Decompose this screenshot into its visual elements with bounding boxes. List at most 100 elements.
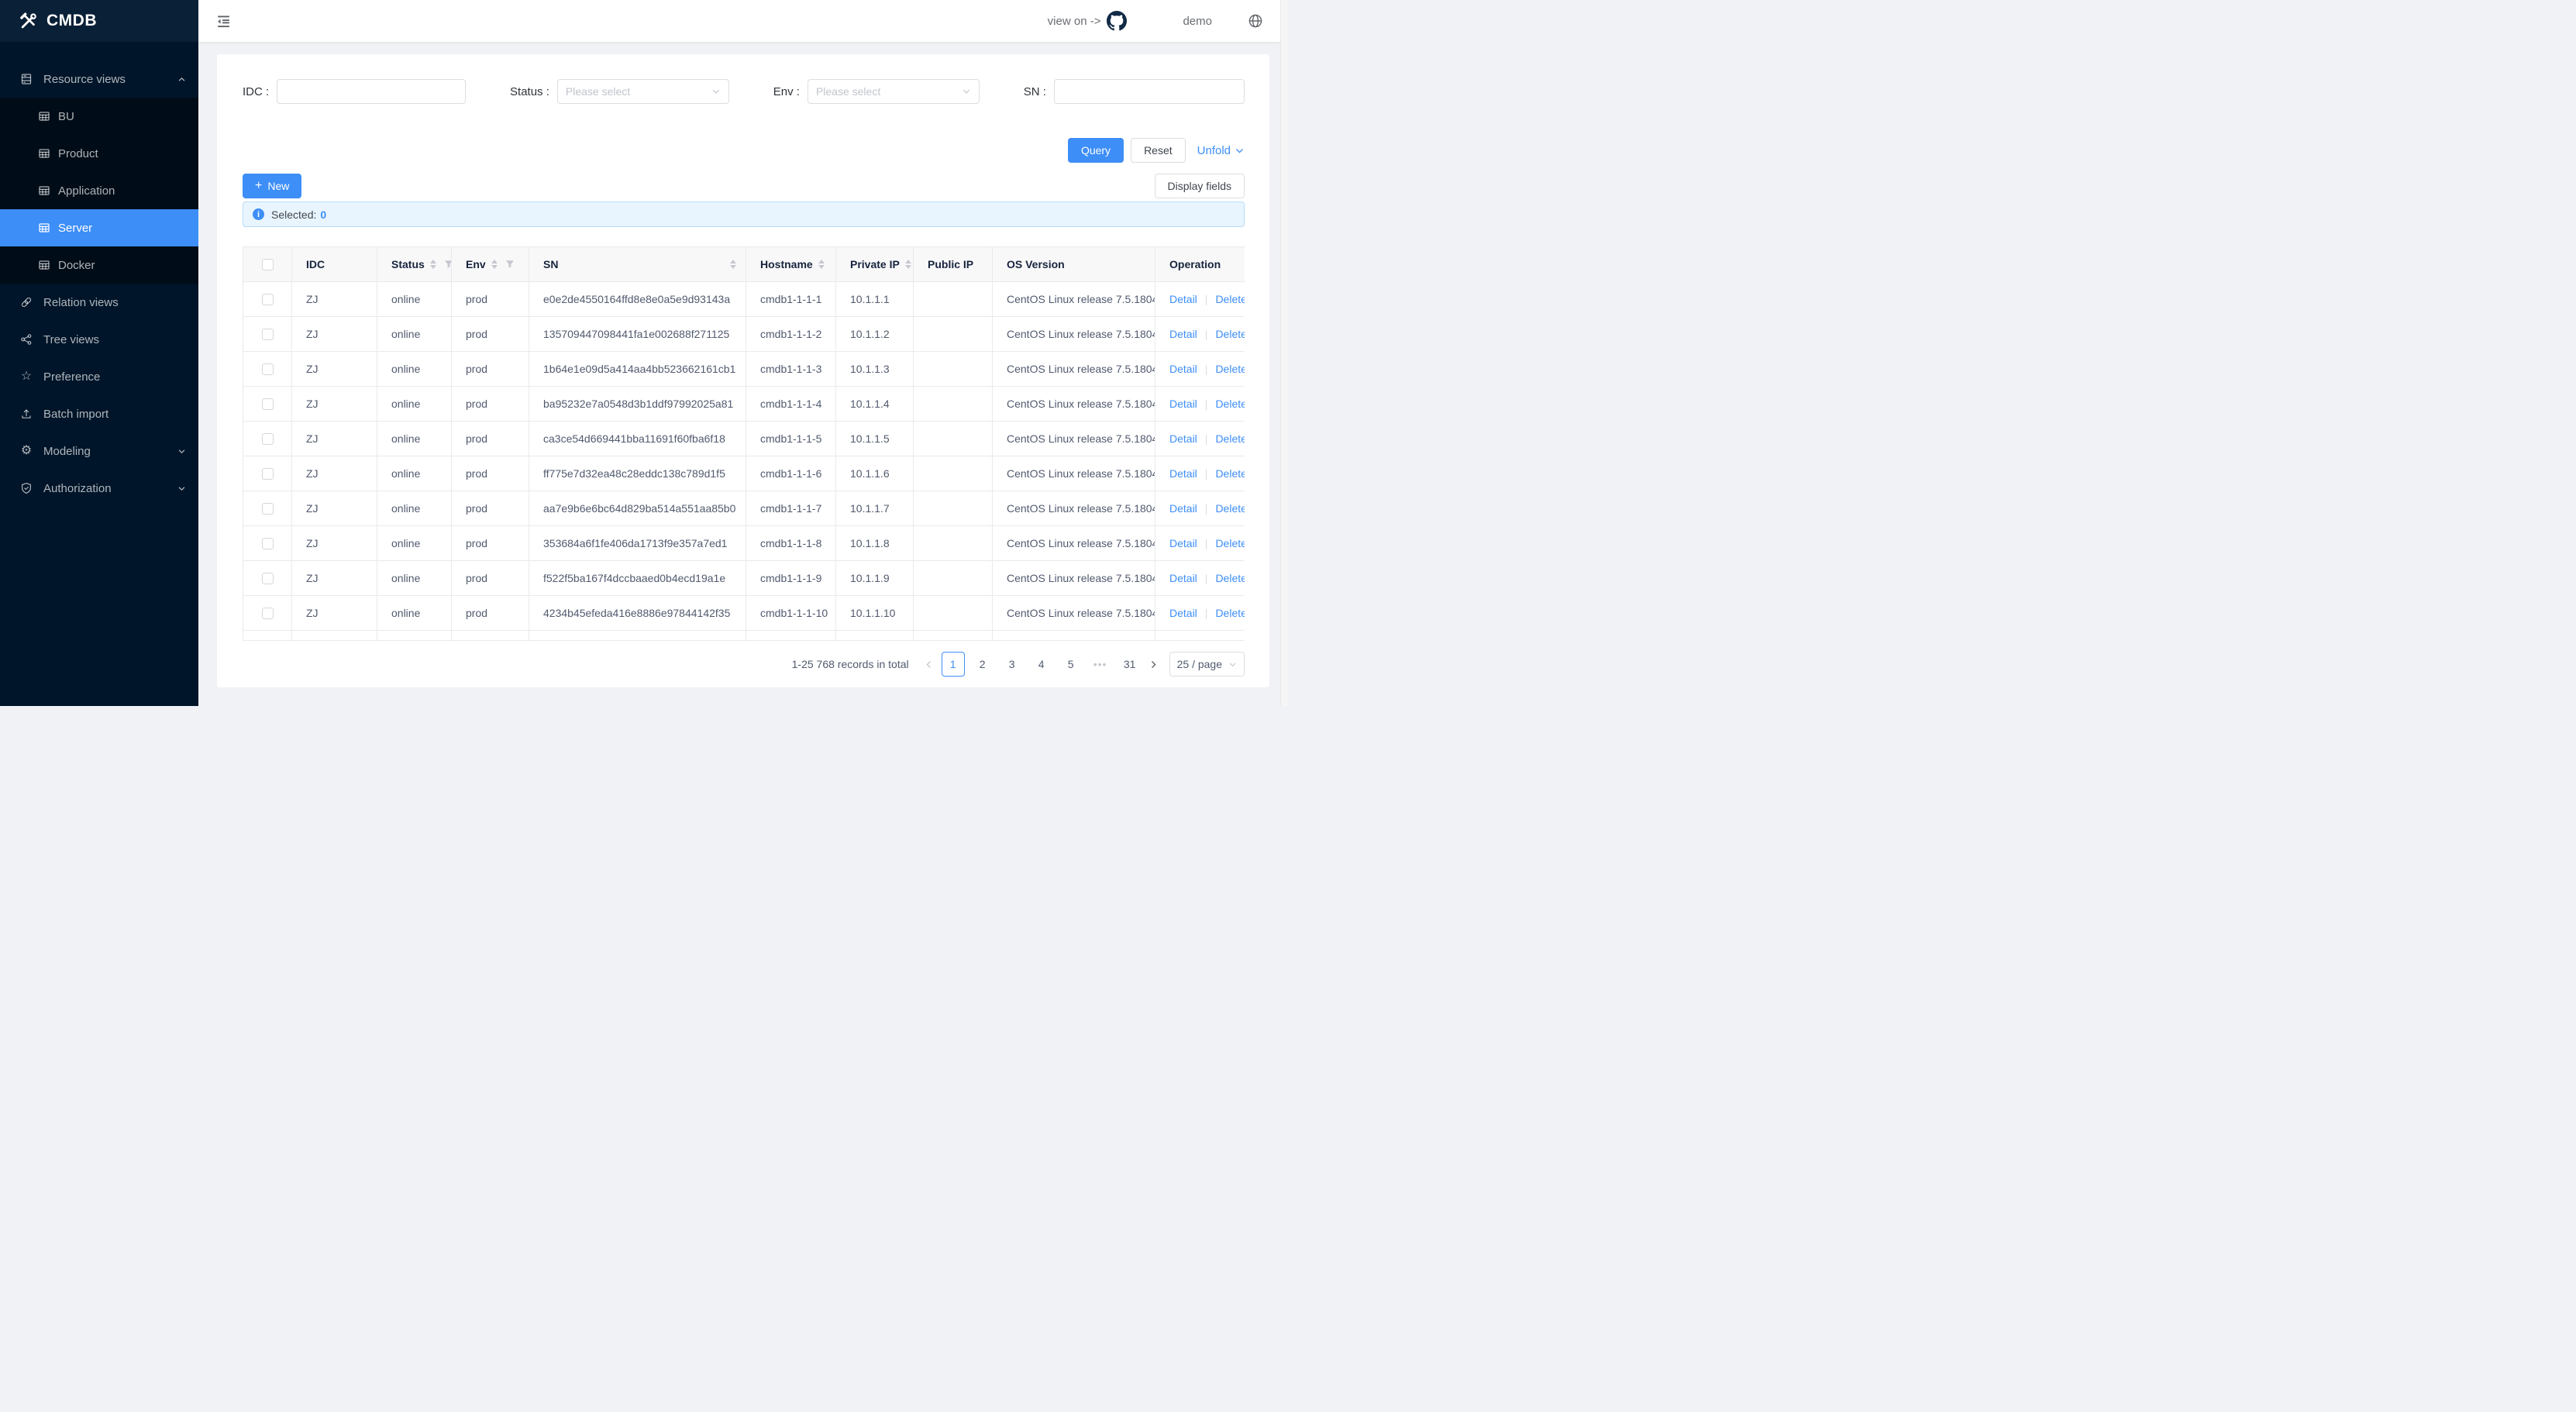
content-card: IDC : Status : Please select Env : Pleas… bbox=[217, 54, 1269, 687]
page-ellipsis[interactable]: ••• bbox=[1089, 652, 1112, 677]
app-logo[interactable]: CMDB bbox=[0, 0, 198, 42]
page-scrollbar[interactable] bbox=[1280, 0, 1288, 706]
column-header-hostname[interactable]: Hostname bbox=[746, 247, 836, 282]
column-header-env[interactable]: Env bbox=[452, 247, 529, 282]
table-icon bbox=[38, 184, 50, 197]
column-header-status[interactable]: Status bbox=[377, 247, 452, 282]
detail-link[interactable]: Detail bbox=[1169, 467, 1197, 480]
column-header-private-ip[interactable]: Private IP bbox=[836, 247, 914, 282]
row-checkbox[interactable] bbox=[262, 503, 274, 515]
sidebar-item-modeling[interactable]: ⚙Modeling bbox=[0, 432, 198, 470]
sidebar-item-product[interactable]: Product bbox=[0, 135, 198, 172]
cell-public_ip bbox=[914, 596, 993, 631]
delete-link[interactable]: Delete bbox=[1215, 432, 1245, 445]
cell-private_ip: 10.1.1.8 bbox=[836, 526, 914, 561]
row-checkbox[interactable] bbox=[262, 433, 274, 445]
page-number-3[interactable]: 3 bbox=[1000, 652, 1024, 677]
detail-link[interactable]: Detail bbox=[1169, 572, 1197, 584]
page-size-select[interactable]: 25 / page bbox=[1169, 652, 1245, 677]
cell-idc: ZJ bbox=[292, 491, 377, 526]
table-body: ZJonlineprode0e2de4550164ffd8e8e0a5e9d93… bbox=[243, 282, 1245, 642]
column-header-sn[interactable]: SN bbox=[529, 247, 746, 282]
filter-funnel-icon[interactable] bbox=[444, 260, 452, 269]
sidebar-item-application[interactable]: Application bbox=[0, 172, 198, 209]
detail-link[interactable]: Detail bbox=[1169, 398, 1197, 410]
sidebar-item-tree-views[interactable]: Tree views bbox=[0, 321, 198, 358]
row-checkbox[interactable] bbox=[262, 573, 274, 584]
delete-link[interactable]: Delete bbox=[1215, 537, 1245, 549]
page-number-2[interactable]: 2 bbox=[971, 652, 994, 677]
page-number-4[interactable]: 4 bbox=[1030, 652, 1053, 677]
sidebar-item-docker[interactable]: Docker bbox=[0, 246, 198, 284]
row-checkbox[interactable] bbox=[262, 294, 274, 305]
cell-sn: 1b64e1e09d5a414aa4bb523662161cb1 bbox=[529, 352, 746, 387]
delete-link[interactable]: Delete bbox=[1215, 293, 1245, 305]
query-button[interactable]: Query bbox=[1068, 138, 1124, 163]
status-select[interactable]: Please select bbox=[557, 79, 729, 104]
row-checkbox[interactable] bbox=[262, 363, 274, 375]
sidebar-item-relation-views[interactable]: Relation views bbox=[0, 284, 198, 321]
page-number-5[interactable]: 5 bbox=[1059, 652, 1083, 677]
cell-os_version: CentOS Linux release 7.5.1804 (Core) bbox=[993, 282, 1155, 317]
prev-page-icon[interactable] bbox=[920, 652, 938, 677]
delete-link[interactable]: Delete bbox=[1215, 328, 1245, 340]
filter-funnel-icon[interactable] bbox=[505, 260, 515, 269]
row-checkbox[interactable] bbox=[262, 538, 274, 549]
delete-link[interactable]: Delete bbox=[1215, 398, 1245, 410]
detail-link[interactable]: Detail bbox=[1169, 502, 1197, 515]
sidebar-item-authorization[interactable]: Authorization bbox=[0, 470, 198, 507]
row-checkbox[interactable] bbox=[262, 329, 274, 340]
detail-link[interactable]: Detail bbox=[1169, 607, 1197, 619]
sn-input[interactable] bbox=[1054, 79, 1245, 104]
github-icon[interactable] bbox=[1107, 11, 1127, 31]
detail-link[interactable]: Detail bbox=[1169, 537, 1197, 549]
unfold-label: Unfold bbox=[1197, 144, 1231, 157]
topbar-right: view on -> demo bbox=[1048, 11, 1263, 31]
row-checkbox[interactable] bbox=[262, 468, 274, 480]
next-page-icon[interactable] bbox=[1145, 652, 1163, 677]
detail-link[interactable]: Detail bbox=[1169, 363, 1197, 375]
cell-os_version: CentOS Linux release 7.5.1804 (Core) bbox=[993, 422, 1155, 456]
sort-carets-icon[interactable] bbox=[730, 260, 736, 269]
cell-sn: ff775e7d32ea48c28eddc138c789d1f5 bbox=[529, 456, 746, 491]
reset-button[interactable]: Reset bbox=[1131, 138, 1186, 163]
cell-os_version: CentOS Linux release 7.5.1804 (Core) bbox=[993, 561, 1155, 596]
new-button[interactable]: + New bbox=[243, 174, 301, 198]
delete-link[interactable]: Delete bbox=[1215, 607, 1245, 619]
delete-link[interactable]: Delete bbox=[1215, 363, 1245, 375]
sidebar-item-bu[interactable]: BU bbox=[0, 98, 198, 135]
table-row: ZJonlineprode0e2de4550164ffd8e8e0a5e9d93… bbox=[243, 282, 1245, 317]
idc-input[interactable] bbox=[277, 79, 466, 104]
row-checkbox[interactable] bbox=[262, 608, 274, 619]
menu-fold-icon[interactable] bbox=[215, 13, 232, 29]
app-title: CMDB bbox=[46, 12, 97, 30]
delete-link[interactable]: Delete bbox=[1215, 572, 1245, 584]
sort-carets-icon[interactable] bbox=[430, 260, 436, 269]
username[interactable]: demo bbox=[1183, 15, 1212, 28]
detail-link[interactable]: Detail bbox=[1169, 328, 1197, 340]
column-header-operation: Operation bbox=[1155, 247, 1245, 282]
display-fields-button[interactable]: Display fields bbox=[1155, 174, 1245, 198]
page-number-31[interactable]: 31 bbox=[1118, 652, 1142, 677]
page-number-1[interactable]: 1 bbox=[942, 652, 965, 677]
sort-carets-icon[interactable] bbox=[491, 260, 498, 269]
main-content: IDC : Status : Please select Env : Pleas… bbox=[198, 42, 1280, 706]
sidebar-item-resource-views[interactable]: Resource views bbox=[0, 60, 198, 98]
select-all-checkbox[interactable] bbox=[262, 259, 274, 270]
row-checkbox[interactable] bbox=[262, 398, 274, 410]
delete-link[interactable]: Delete bbox=[1215, 467, 1245, 480]
sort-carets-icon[interactable] bbox=[818, 260, 825, 269]
unfold-link[interactable]: Unfold bbox=[1197, 144, 1245, 157]
sidebar-item-preference[interactable]: ☆Preference bbox=[0, 358, 198, 395]
env-select[interactable]: Please select bbox=[808, 79, 980, 104]
cell-hostname: cmdb1-1-1-6 bbox=[746, 456, 836, 491]
chevron-up-icon bbox=[177, 75, 186, 84]
sidebar-item-server[interactable]: Server bbox=[0, 209, 198, 246]
detail-link[interactable]: Detail bbox=[1169, 293, 1197, 305]
detail-link[interactable]: Detail bbox=[1169, 432, 1197, 445]
sort-carets-icon[interactable] bbox=[905, 260, 911, 269]
cell-public_ip bbox=[914, 352, 993, 387]
globe-language-icon[interactable] bbox=[1248, 13, 1263, 29]
delete-link[interactable]: Delete bbox=[1215, 502, 1245, 515]
sidebar-item-batch-import[interactable]: Batch import bbox=[0, 395, 198, 432]
